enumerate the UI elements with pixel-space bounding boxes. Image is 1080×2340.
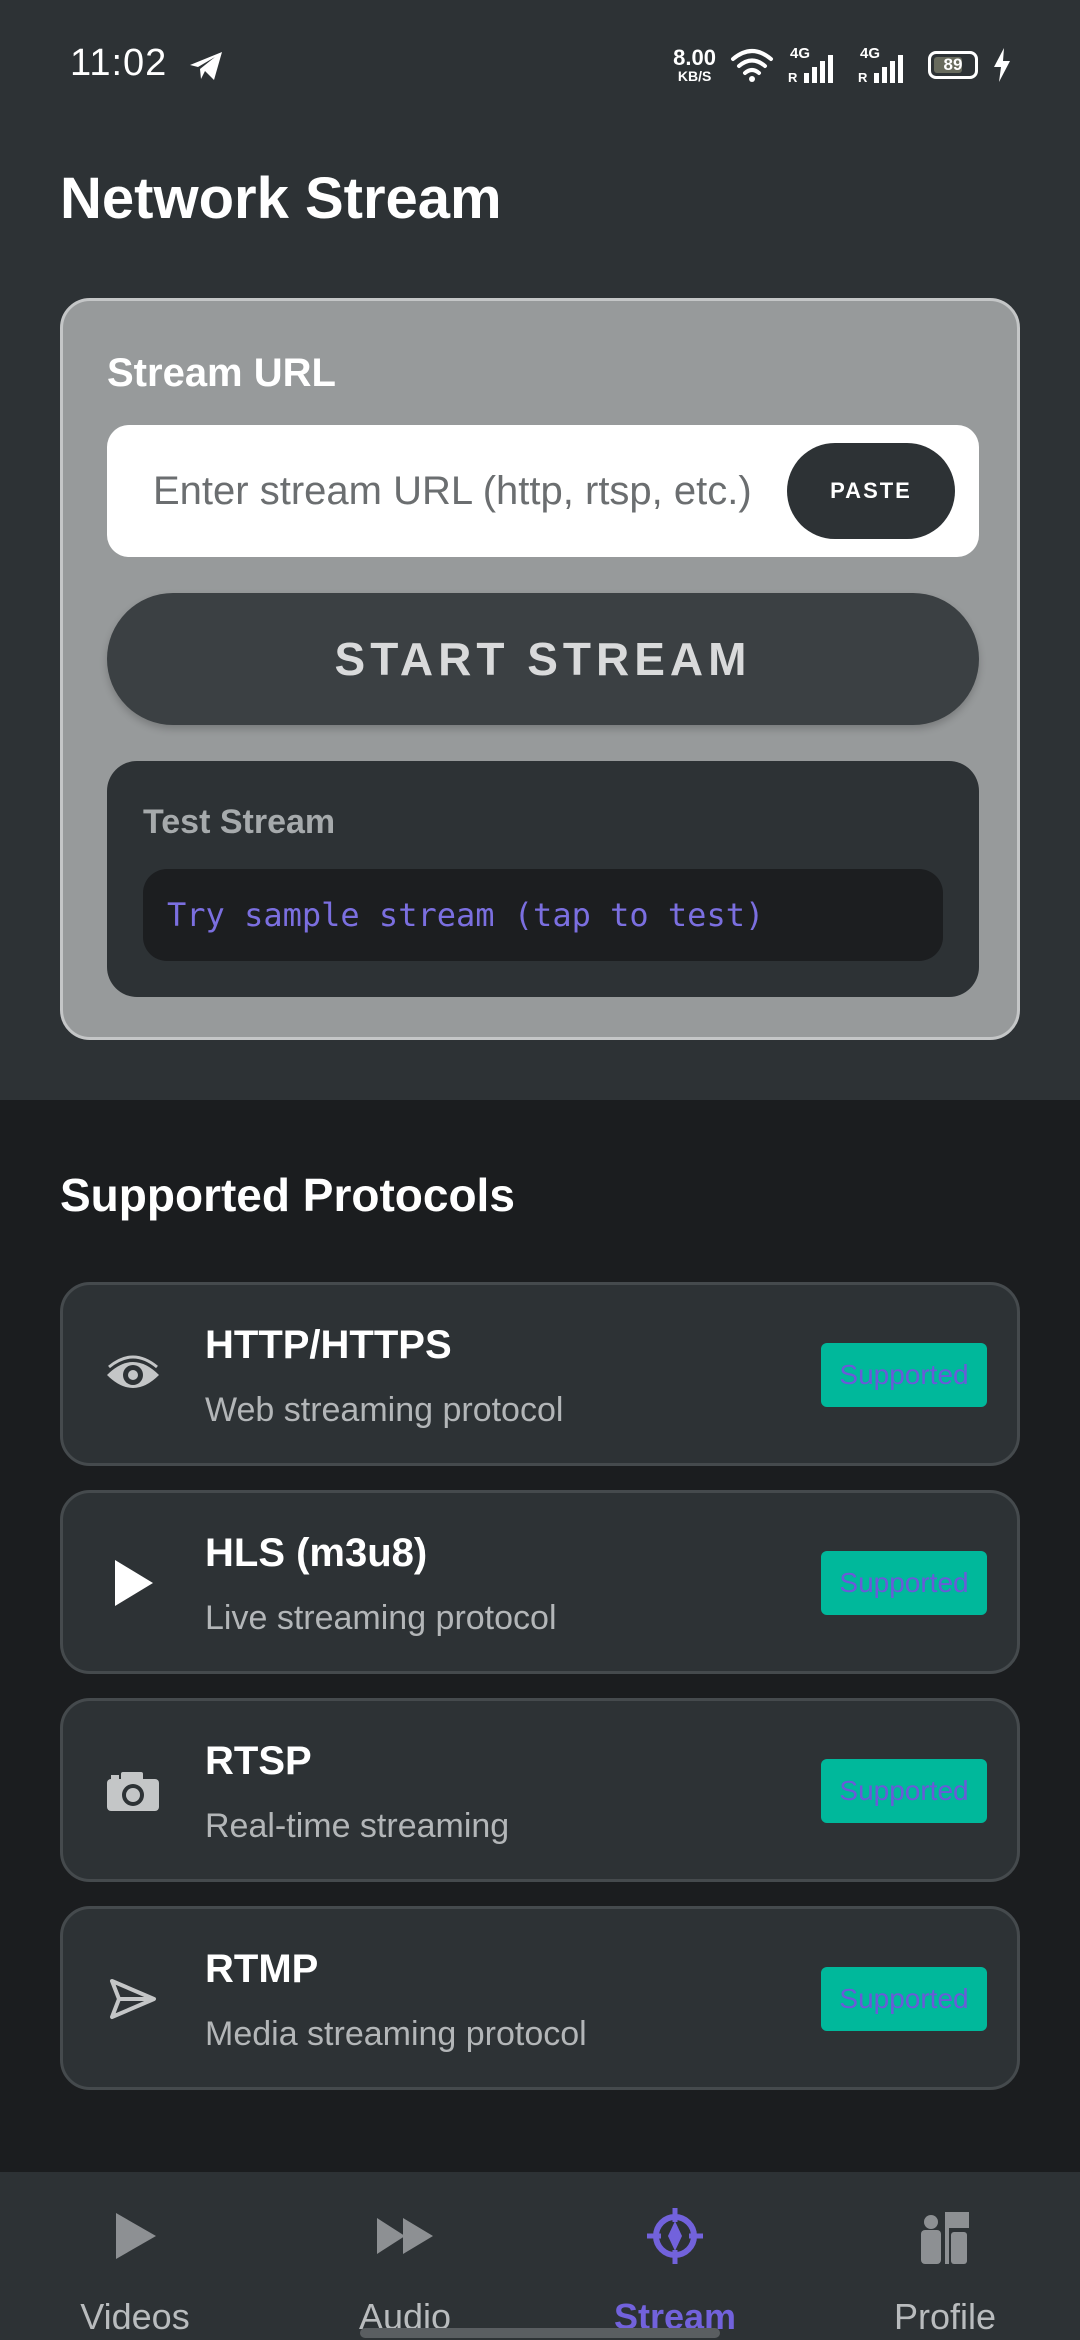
people-icon bbox=[915, 2206, 975, 2266]
play-icon bbox=[103, 1553, 163, 1613]
paste-button[interactable]: PASTE bbox=[787, 443, 955, 539]
protocol-description: Media streaming protocol bbox=[205, 2015, 587, 2053]
protocol-name: RTSP bbox=[205, 1739, 312, 1783]
nav-label: Profile bbox=[893, 2296, 997, 2337]
signal-roaming: R bbox=[858, 70, 868, 85]
wifi-icon bbox=[731, 49, 773, 82]
signal-roaming: R bbox=[788, 70, 798, 85]
battery-level: 89 bbox=[943, 55, 963, 74]
protocols-section-title: Supported Protocols bbox=[60, 1169, 515, 1221]
nav-audio[interactable]: Audio bbox=[270, 2172, 540, 2340]
camera-icon bbox=[103, 1761, 163, 1821]
home-indicator[interactable] bbox=[360, 2328, 720, 2338]
net-speed-value: 8.00 bbox=[673, 45, 716, 70]
stream-url-card: Stream URL PASTE START STREAM Test Strea… bbox=[60, 298, 1020, 1040]
test-stream-box: Test Stream Try sample stream (tap to te… bbox=[107, 761, 979, 997]
eye-icon bbox=[103, 1345, 163, 1405]
nav-profile[interactable]: Profile bbox=[810, 2172, 1080, 2340]
protocol-card-rtsp[interactable]: RTSP Real-time streaming Supported bbox=[60, 1698, 1020, 1882]
protocol-card-hls[interactable]: HLS (m3u8) Live streaming protocol Suppo… bbox=[60, 1490, 1020, 1674]
send-icon bbox=[103, 1969, 163, 2029]
charging-icon bbox=[994, 48, 1010, 82]
status-badge: Supported bbox=[821, 1759, 987, 1823]
protocol-card-http[interactable]: HTTP/HTTPS Web streaming protocol Suppor… bbox=[60, 1282, 1020, 1466]
url-input-container: PASTE bbox=[107, 425, 979, 557]
bottom-navigation: Videos Audio Stream Profile bbox=[0, 2172, 1080, 2340]
protocol-description: Real-time streaming bbox=[205, 1807, 510, 1845]
status-badge: Supported bbox=[821, 1343, 987, 1407]
protocol-name: HTTP/HTTPS bbox=[205, 1323, 452, 1367]
protocol-description: Live streaming protocol bbox=[205, 1599, 557, 1637]
play-icon bbox=[105, 2206, 165, 2266]
telegram-icon bbox=[190, 52, 222, 80]
net-speed-unit: KB/S bbox=[677, 68, 712, 84]
status-time: 11:02 bbox=[70, 42, 168, 84]
protocol-name: HLS (m3u8) bbox=[205, 1531, 428, 1575]
status-bar: 11:02 8.00 KB/S 4G R 4G R 89 bbox=[0, 0, 1080, 130]
compass-icon bbox=[645, 2206, 705, 2266]
protocol-card-rtmp[interactable]: RTMP Media streaming protocol Supported bbox=[60, 1906, 1020, 2090]
nav-label: Videos bbox=[80, 2296, 190, 2337]
net-speed: 8.00 KB/S bbox=[673, 45, 716, 84]
stream-url-title: Stream URL bbox=[107, 351, 336, 395]
stream-url-input[interactable] bbox=[107, 425, 797, 557]
sample-stream-button[interactable]: Try sample stream (tap to test) bbox=[143, 869, 943, 961]
start-stream-button[interactable]: START STREAM bbox=[107, 593, 979, 725]
status-badge: Supported bbox=[821, 1967, 987, 2031]
signal-icon: 4G R bbox=[858, 45, 914, 85]
nav-stream[interactable]: Stream bbox=[540, 2172, 810, 2340]
protocol-list: HTTP/HTTPS Web streaming protocol Suppor… bbox=[60, 1282, 1020, 2114]
status-badge: Supported bbox=[821, 1551, 987, 1615]
battery-icon: 89 bbox=[928, 51, 978, 79]
fast-forward-icon bbox=[375, 2206, 435, 2266]
status-indicators: 8.00 KB/S 4G R 4G R 89 bbox=[673, 40, 1012, 90]
test-stream-title: Test Stream bbox=[143, 803, 336, 841]
page-title: Network Stream bbox=[60, 166, 502, 231]
protocol-name: RTMP bbox=[205, 1947, 319, 1991]
nav-videos[interactable]: Videos bbox=[0, 2172, 270, 2340]
protocol-description: Web streaming protocol bbox=[205, 1391, 564, 1429]
signal-icon: 4G R bbox=[788, 45, 844, 85]
